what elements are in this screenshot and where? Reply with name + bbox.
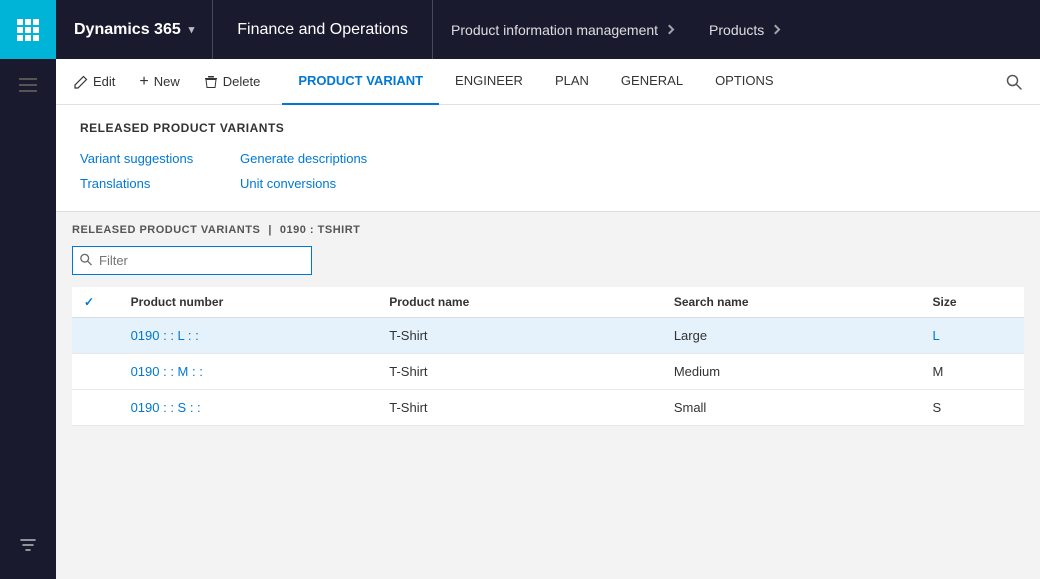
row-search-name-cell: Medium [662,354,921,390]
breadcrumb-section: RELEASED PRODUCT VARIANTS [72,224,260,236]
row-product-number-cell: 0190 : : M : : [119,354,378,390]
tab-engineer-label: ENGINEER [455,73,523,88]
tab-plan-label: PLAN [555,73,589,88]
toolbar-tabs: PRODUCT VARIANT ENGINEER PLAN GENERAL OP… [282,59,789,105]
tab-general-label: GENERAL [621,73,683,88]
filter-input[interactable] [72,246,312,275]
edit-label: Edit [93,74,115,89]
col-header-check: ✓ [72,287,119,318]
breadcrumb: RELEASED PRODUCT VARIANTS | 0190 : TSHIR… [72,224,1024,236]
product-number-link[interactable]: 0190 : : S : : [131,400,201,415]
size-link[interactable]: L [933,328,940,343]
row-size-cell: S [921,390,1025,426]
tab-options[interactable]: OPTIONS [699,59,790,105]
row-search-name-cell: Large [662,318,921,354]
table-header-row: ✓ Product number Product name Search nam… [72,287,1024,318]
products-label: Products [709,22,764,38]
row-product-number-cell: 0190 : : S : : [119,390,378,426]
row-product-number-cell: 0190 : : L : : [119,318,378,354]
generate-descriptions-link[interactable]: Generate descriptions [240,147,1016,170]
delete-button[interactable]: Delete [194,64,271,100]
variant-suggestions-link[interactable]: Variant suggestions [80,147,240,170]
pim-label: Product information management [451,22,658,38]
app-launcher-button[interactable] [0,0,56,59]
row-check-cell [72,390,119,426]
row-check-cell [72,354,119,390]
section-header: RELEASED PRODUCT VARIANTS [56,105,1040,143]
new-button[interactable]: + New [129,64,189,100]
left-sidebar [0,59,56,579]
delete-label: Delete [223,74,261,89]
filter-row [72,246,1024,275]
translations-link[interactable]: Translations [80,172,240,195]
tab-product-variant-label: PRODUCT VARIANT [298,73,423,88]
filter-icon [20,537,36,553]
finance-operations-label: Finance and Operations [237,21,408,39]
col-header-product-name: Product name [377,287,662,318]
filter-search-icon [80,253,92,268]
col-header-size: Size [921,287,1025,318]
main-content: RELEASED PRODUCT VARIANTS Variant sugges… [56,105,1040,211]
table-row[interactable]: 0190 : : S : : T-Shirt Small S [72,390,1024,426]
hamburger-icon [19,78,37,92]
row-check-cell [72,318,119,354]
tab-product-variant[interactable]: PRODUCT VARIANT [282,59,439,105]
edit-icon [74,75,88,89]
search-icon [1006,74,1022,90]
filter-input-wrapper [72,246,312,275]
tab-plan[interactable]: PLAN [539,59,605,105]
products-chevron-icon [771,25,781,35]
row-search-name-cell: Small [662,390,921,426]
row-product-name-cell: T-Shirt [377,390,662,426]
lower-panel: RELEASED PRODUCT VARIANTS | 0190 : TSHIR… [56,211,1040,565]
breadcrumb-separator: | [268,224,272,236]
pim-chevron-icon [665,25,675,35]
row-product-name-cell: T-Shirt [377,318,662,354]
row-size-cell: M [921,354,1025,390]
table-row[interactable]: 0190 : : M : : T-Shirt Medium M [72,354,1024,390]
product-number-link[interactable]: 0190 : : L : : [131,328,199,343]
delete-icon [204,75,218,89]
tab-general[interactable]: GENERAL [605,59,699,105]
data-table: ✓ Product number Product name Search nam… [72,287,1024,426]
dynamics-365-nav[interactable]: Dynamics 365 ▾ [56,0,213,59]
tab-options-label: OPTIONS [715,73,774,88]
page-body: Edit + New Delete PRODUCT VARIANT ENGINE… [56,59,1040,565]
table-row[interactable]: 0190 : : L : : T-Shirt Large L [72,318,1024,354]
unit-conversions-link[interactable]: Unit conversions [240,172,1016,195]
sidebar-filter-button[interactable] [10,527,46,563]
toolbar: Edit + New Delete PRODUCT VARIANT ENGINE… [56,59,1040,105]
edit-button[interactable]: Edit [64,64,125,100]
dynamics-365-label: Dynamics 365 [74,21,181,39]
sidebar-hamburger-button[interactable] [10,67,46,103]
row-size-cell: L [921,318,1025,354]
breadcrumb-item: 0190 : TSHIRT [280,224,360,236]
product-number-link[interactable]: 0190 : : M : : [131,364,203,379]
action-links: Variant suggestions Generate description… [56,143,1040,211]
row-product-name-cell: T-Shirt [377,354,662,390]
top-nav: Dynamics 365 ▾ Finance and Operations Pr… [0,0,1040,59]
tab-engineer[interactable]: ENGINEER [439,59,539,105]
toolbar-search-button[interactable] [996,64,1032,100]
products-nav[interactable]: Products [691,0,797,59]
waffle-icon [17,19,39,41]
pim-nav[interactable]: Product information management [433,0,691,59]
check-icon: ✓ [84,295,94,309]
finance-operations-nav[interactable]: Finance and Operations [213,0,433,59]
dynamics-dropdown-icon: ▾ [189,23,195,36]
col-header-product-number: Product number [119,287,378,318]
new-plus-icon: + [139,74,148,90]
col-header-search-name: Search name [662,287,921,318]
new-label: New [154,74,180,89]
